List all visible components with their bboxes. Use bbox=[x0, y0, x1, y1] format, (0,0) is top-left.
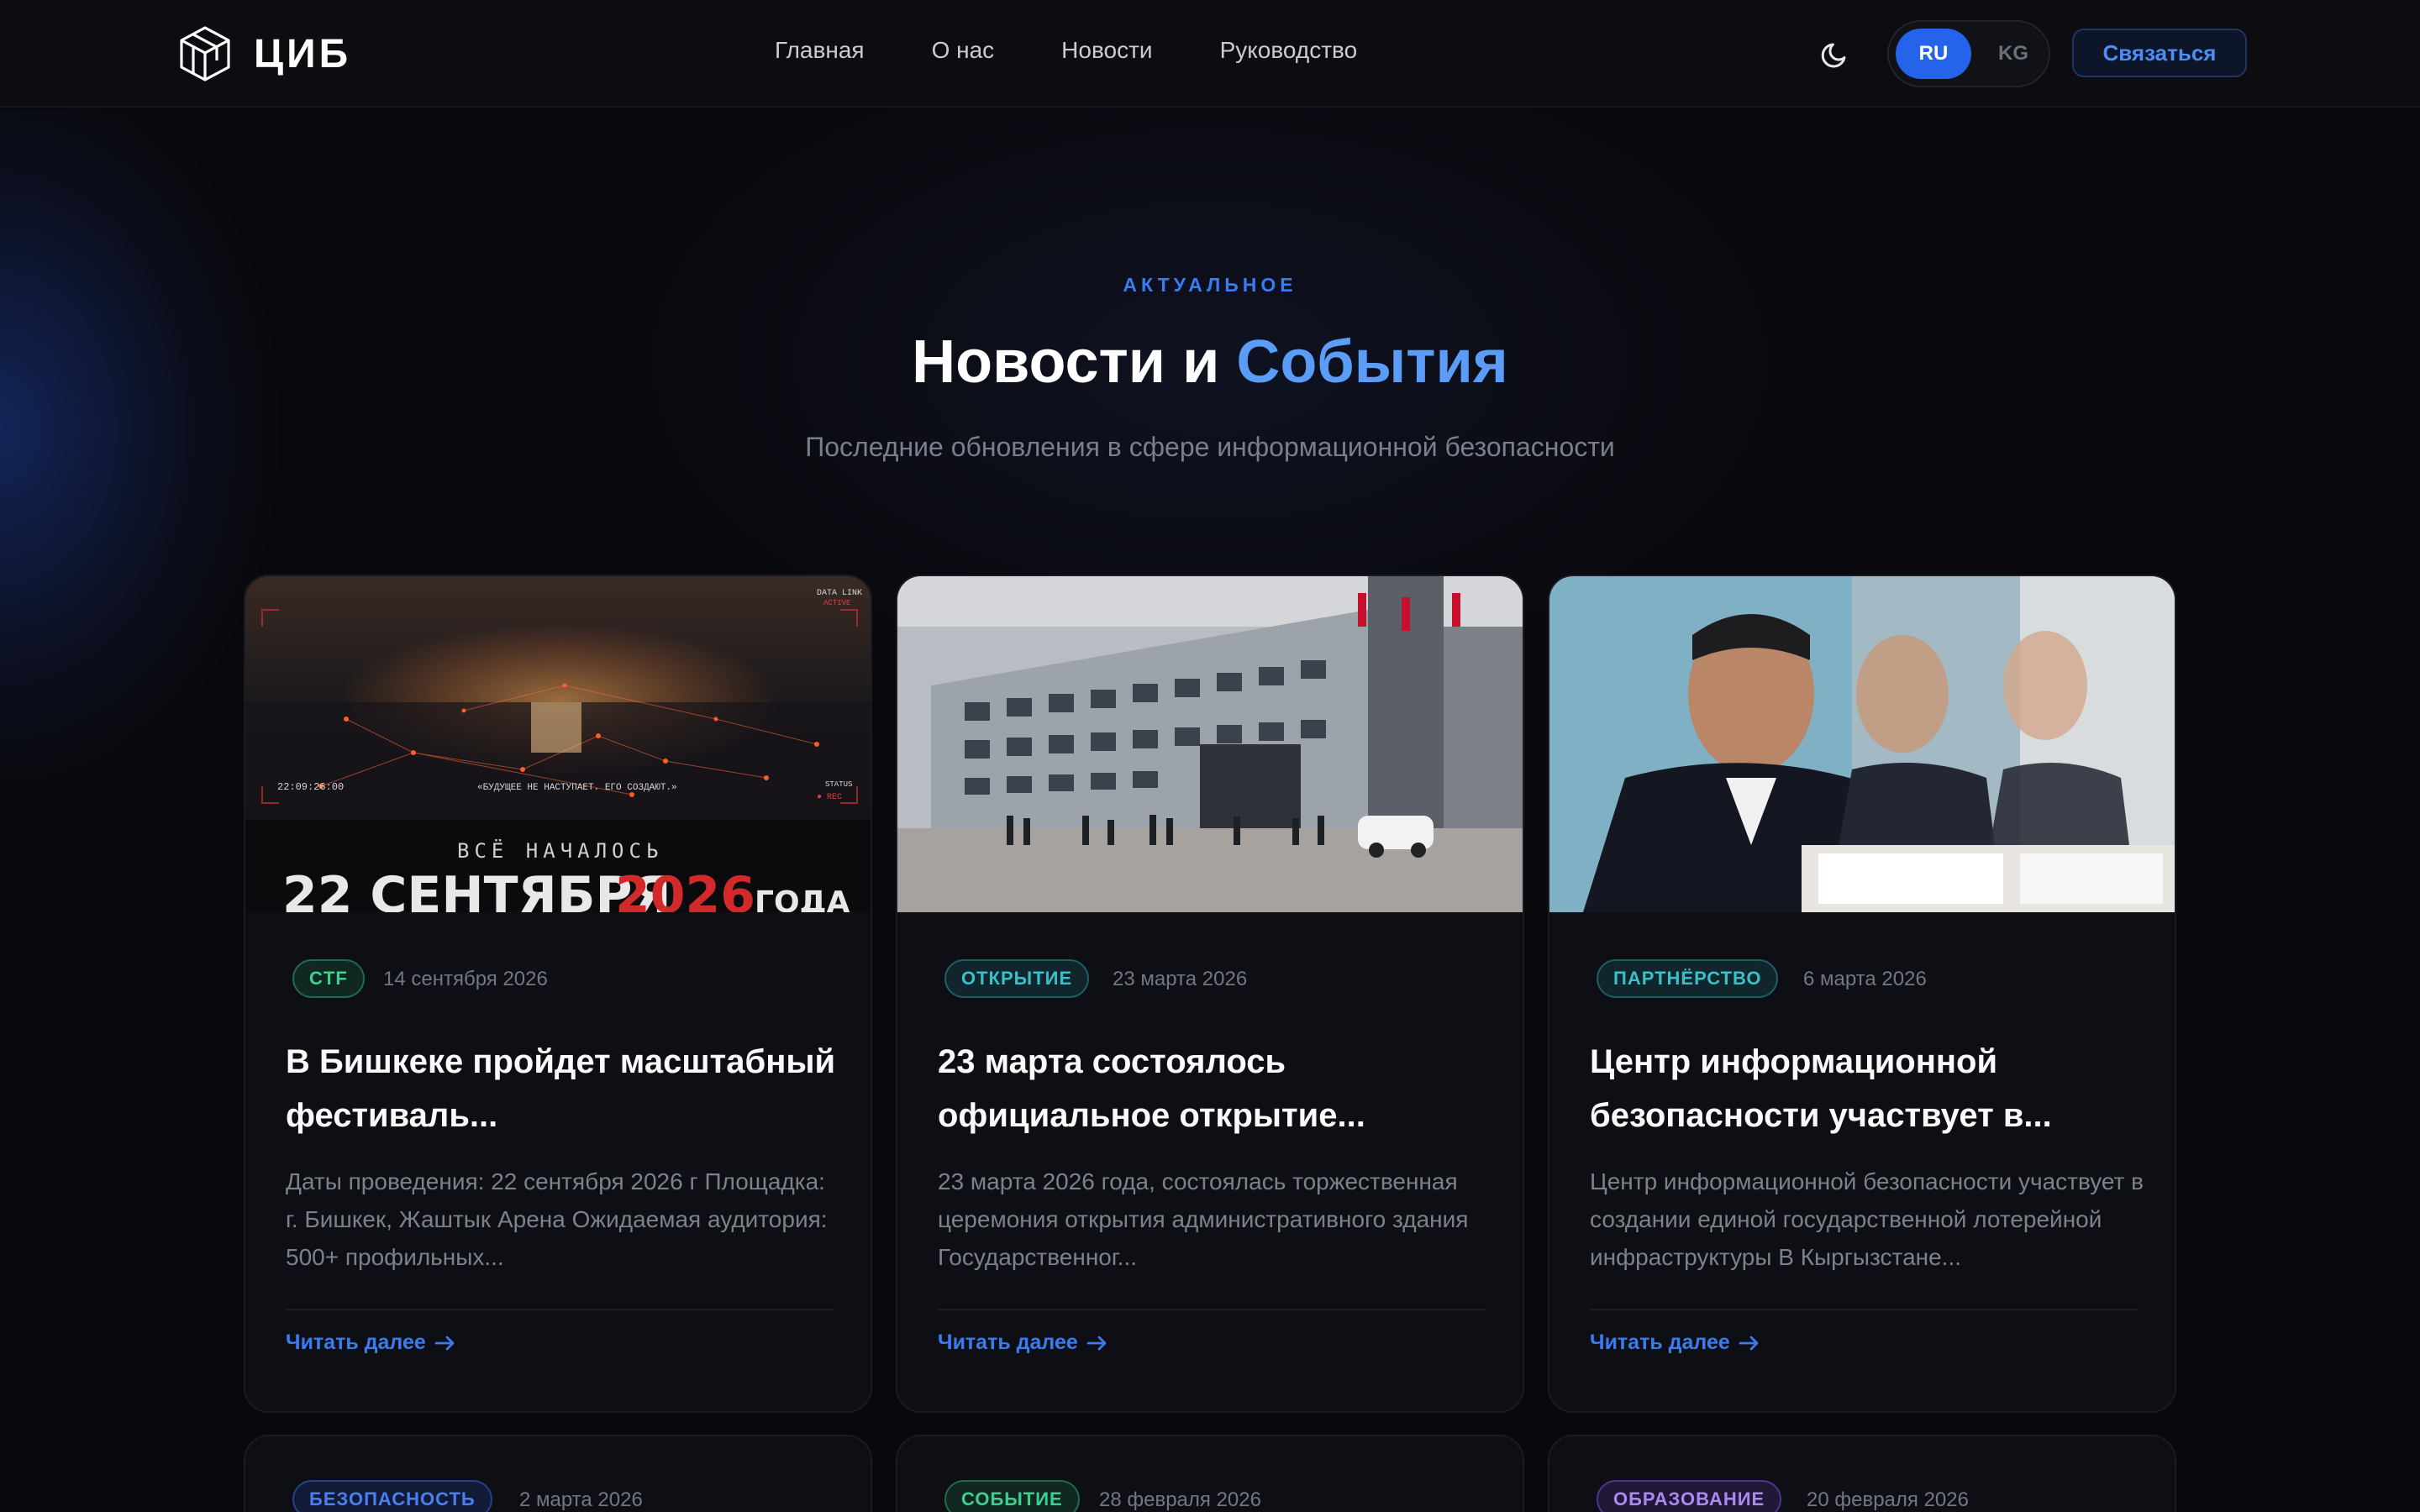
news-card[interactable]: ПАРТНЁРСТВО 6 марта 2026 Центр информаци… bbox=[1548, 575, 2176, 1413]
card-excerpt: Центр информационной безопасности участв… bbox=[1590, 1168, 2144, 1270]
menu-item-leadership[interactable]: Руководство bbox=[1220, 37, 1358, 64]
read-more-label: Читать далее bbox=[286, 1331, 426, 1354]
image-text-data-link: DATA LINK bbox=[817, 589, 862, 598]
card-excerpt: 23 марта 2026 года, состоялась торжестве… bbox=[938, 1168, 1469, 1270]
lang-ru-button[interactable]: RU bbox=[1896, 29, 1971, 79]
category-badge: ПАРТНЁРСТВО bbox=[1597, 959, 1779, 998]
menu-item-home[interactable]: Главная bbox=[775, 37, 865, 64]
card-divider bbox=[1590, 1309, 2138, 1310]
card-title[interactable]: Центр информационной безопасности участв… bbox=[1590, 1035, 2144, 1142]
card-date: 14 сентября 2026 bbox=[383, 968, 548, 990]
card-image-ctf-poster: DATA LINK ACTIVE 22:09:26:00 «БУДУЩЕЕ НЕ… bbox=[245, 576, 871, 912]
section-title-main: Новости и bbox=[912, 328, 1237, 396]
image-text-date-c: ГОДА bbox=[755, 885, 850, 912]
card-image-signing bbox=[1549, 576, 2175, 912]
card-date: 28 февраля 2026 bbox=[1099, 1488, 1261, 1511]
card-title[interactable]: 23 марта состоялось официальное открытие… bbox=[938, 1035, 1492, 1142]
category-badge: БЕЗОПАСНОСТЬ bbox=[292, 1480, 492, 1512]
image-text-active: ACTIVE bbox=[823, 599, 850, 607]
read-more-link[interactable]: Читать далее bbox=[938, 1331, 1108, 1355]
image-text-quote: «БУДУЩЕЕ НЕ НАСТУПАЕТ. ЕГО СОЗДАЮТ.» bbox=[477, 783, 677, 793]
news-card[interactable]: СОБЫТИЕ 28 февраля 2026 bbox=[896, 1435, 1524, 1512]
card-image-building bbox=[897, 576, 1523, 912]
menu-item-news[interactable]: Новости bbox=[1061, 37, 1152, 64]
read-more-link[interactable]: Читать далее bbox=[1590, 1331, 1760, 1355]
moon-icon[interactable] bbox=[1818, 37, 1852, 71]
lang-kg-button[interactable]: KG bbox=[1980, 29, 2047, 79]
news-card[interactable]: ОТКРЫТИЕ 23 марта 2026 23 марта состояло… bbox=[896, 575, 1524, 1413]
main-menu: Главная О нас Новости Руководство bbox=[775, 37, 1357, 64]
image-text-started: ВСЁ НАЧАЛОСЬ bbox=[457, 838, 663, 863]
category-badge: СОБЫТИЕ bbox=[944, 1480, 1080, 1512]
card-date: 6 марта 2026 bbox=[1803, 968, 1927, 990]
section-title: Новости и События bbox=[0, 328, 2420, 396]
image-text-time: 22:09:26:00 bbox=[277, 781, 344, 793]
news-card[interactable]: DATA LINK ACTIVE 22:09:26:00 «БУДУЩЕЕ НЕ… bbox=[244, 575, 872, 1413]
news-card[interactable]: ОБРАЗОВАНИЕ 20 февраля 2026 bbox=[1548, 1435, 2176, 1512]
card-divider bbox=[286, 1309, 834, 1310]
image-text-date-a: 22 СЕНТЯБРЯ bbox=[282, 866, 671, 912]
category-badge: ОБРАЗОВАНИЕ bbox=[1597, 1480, 1782, 1512]
card-date: 2 марта 2026 bbox=[519, 1488, 643, 1511]
card-date: 23 марта 2026 bbox=[1113, 968, 1248, 990]
card-date: 20 февраля 2026 bbox=[1807, 1488, 1969, 1511]
card-divider bbox=[938, 1309, 1486, 1310]
read-more-label: Читать далее bbox=[1590, 1331, 1730, 1354]
section-eyebrow: АКТУАЛЬНОЕ bbox=[1123, 274, 1297, 296]
image-text-status: STATUS bbox=[825, 780, 852, 789]
arrow-right-icon bbox=[434, 1336, 455, 1350]
image-text-date-b: 2026 bbox=[615, 866, 755, 912]
news-card[interactable]: БЕЗОПАСНОСТЬ 2 марта 2026 bbox=[244, 1435, 872, 1512]
section-title-accent: События bbox=[1236, 328, 1508, 396]
section-subtitle: Последние обновления в сфере информацион… bbox=[805, 432, 1615, 462]
category-badge: ОТКРЫТИЕ bbox=[944, 959, 1090, 998]
read-more-label: Читать далее bbox=[938, 1331, 1078, 1354]
category-badge: CTF bbox=[292, 959, 365, 998]
logo-cube-icon bbox=[180, 26, 230, 81]
top-navbar: ЦИБ Главная О нас Новости Руководство RU… bbox=[0, 0, 2420, 108]
read-more-link[interactable]: Читать далее bbox=[286, 1331, 456, 1355]
card-excerpt: Даты проведения: 22 сентября 2026 г Площ… bbox=[286, 1168, 828, 1270]
card-title[interactable]: В Бишкеке пройдет масштабный фестиваль..… bbox=[286, 1035, 840, 1142]
arrow-right-icon bbox=[1086, 1336, 1107, 1350]
logo[interactable]: ЦИБ bbox=[178, 25, 351, 82]
contact-button[interactable]: Связаться bbox=[2072, 29, 2247, 77]
arrow-right-icon bbox=[1739, 1336, 1759, 1350]
language-switcher: RU KG bbox=[1887, 20, 2050, 87]
logo-text: ЦИБ bbox=[254, 31, 352, 76]
menu-item-about[interactable]: О нас bbox=[932, 37, 995, 64]
image-text-rec: ● REC bbox=[817, 793, 842, 802]
